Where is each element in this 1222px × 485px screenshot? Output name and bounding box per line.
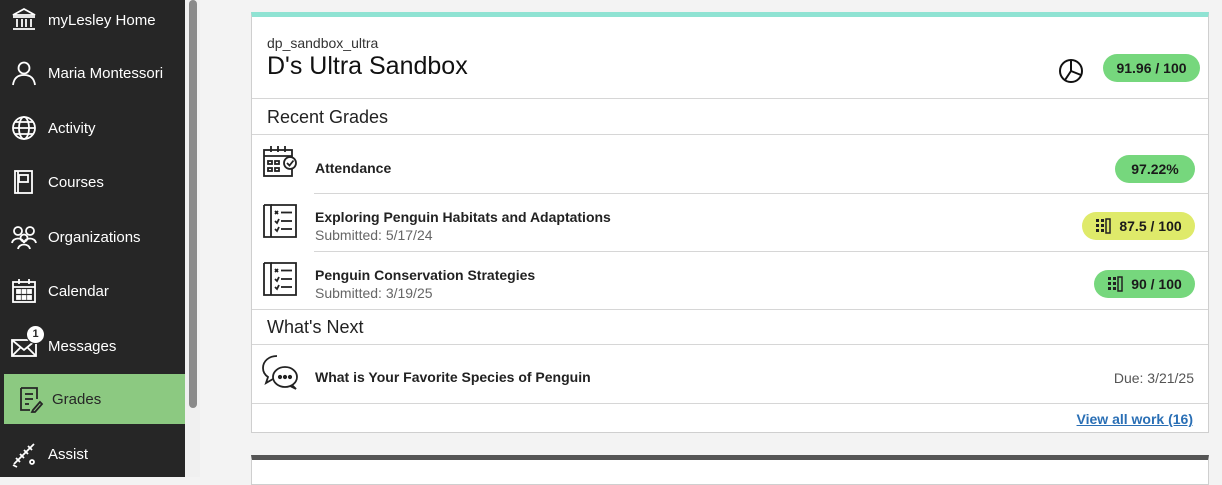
sidebar-item-label: Assist [48,445,89,463]
sidebar-item-label: Activity [48,119,96,137]
whats-next-heading: What's Next [267,317,364,337]
grade-value: 97.22% [1131,161,1179,177]
discussion-icon [262,355,298,390]
calendar-icon [12,279,36,303]
book-icon [14,170,33,194]
sidebar-item-courses[interactable]: Courses [0,157,185,207]
submitted-date: Submitted: 3/19/25 [315,285,433,301]
sidebar-item-messages[interactable]: 1 Messages [0,321,185,371]
sidebar-item-label: Messages [48,337,117,355]
next-course-card [251,455,1209,485]
grade-value: 87.5 / 100 [1119,218,1182,234]
checklist-icon [263,262,297,296]
grade-pill[interactable]: 90 / 100 [1094,270,1195,298]
user-icon [12,61,36,86]
due-date: Due: 3/21/25 [1113,370,1194,386]
sidebar-item-label: Organizations [48,228,141,246]
grade-item-title: Exploring Penguin Habitats and Adaptatio… [315,209,611,225]
divider [252,403,1208,404]
course-grades-card: dp_sandbox_ultra D's Ultra Sandbox 91.96… [251,12,1209,433]
course-name[interactable]: D's Ultra Sandbox [267,52,468,81]
sidebar-item-activity[interactable]: Activity [0,103,185,153]
upcoming-item-title: What is Your Favorite Species of Penguin [315,369,591,385]
divider [252,344,1208,345]
sidebar: myLesley Home Maria Montessori Activity … [0,0,185,477]
sidebar-item-grades[interactable]: Grades [4,374,185,424]
sidebar-item-assist[interactable]: Assist [0,429,185,479]
sidebar-item-home[interactable]: myLesley Home [0,0,185,45]
overall-grade-value: 91.96 / 100 [1116,60,1187,76]
assist-icon [12,443,35,468]
divider [314,193,1208,194]
people-icon [11,226,37,250]
grade-pill[interactable]: 87.5 / 100 [1082,212,1195,240]
view-all-work-link[interactable]: View all work (16) [1077,411,1193,427]
recent-grades-heading: Recent Grades [267,107,389,127]
divider [252,134,1208,135]
institution-icon [12,7,36,30]
sidebar-item-profile[interactable]: Maria Montessori [0,48,185,98]
sidebar-item-calendar[interactable]: Calendar [0,266,185,316]
grade-pill[interactable]: 97.22% [1115,155,1195,183]
unread-badge: 1 [26,325,45,344]
divider [314,251,1208,252]
rubric-icon [1096,218,1112,234]
globe-icon [12,116,36,140]
rubric-icon [1108,276,1123,292]
overall-grade-pill[interactable]: 91.96 / 100 [1103,54,1200,82]
pie-chart-icon[interactable] [1058,58,1084,84]
grade-value: 90 / 100 [1131,276,1182,292]
sidebar-scrollbar-thumb[interactable] [189,0,197,408]
calendar-check-icon [263,146,297,177]
divider [252,309,1208,310]
sidebar-item-label: Calendar [48,282,109,300]
sidebar-item-label: Courses [48,173,104,191]
sidebar-item-label: myLesley Home [48,11,156,29]
course-id: dp_sandbox_ultra [267,35,379,51]
divider [252,98,1208,99]
sidebar-item-organizations[interactable]: Organizations [0,212,185,262]
sidebar-item-label: Grades [52,390,102,408]
grade-item-title: Penguin Conservation Strategies [315,267,536,283]
submitted-date: Submitted: 5/17/24 [315,227,433,243]
grade-item-title: Attendance [315,160,392,176]
checklist-icon [263,204,297,238]
sidebar-item-label: Maria Montessori [48,64,164,82]
grades-icon [20,387,44,413]
